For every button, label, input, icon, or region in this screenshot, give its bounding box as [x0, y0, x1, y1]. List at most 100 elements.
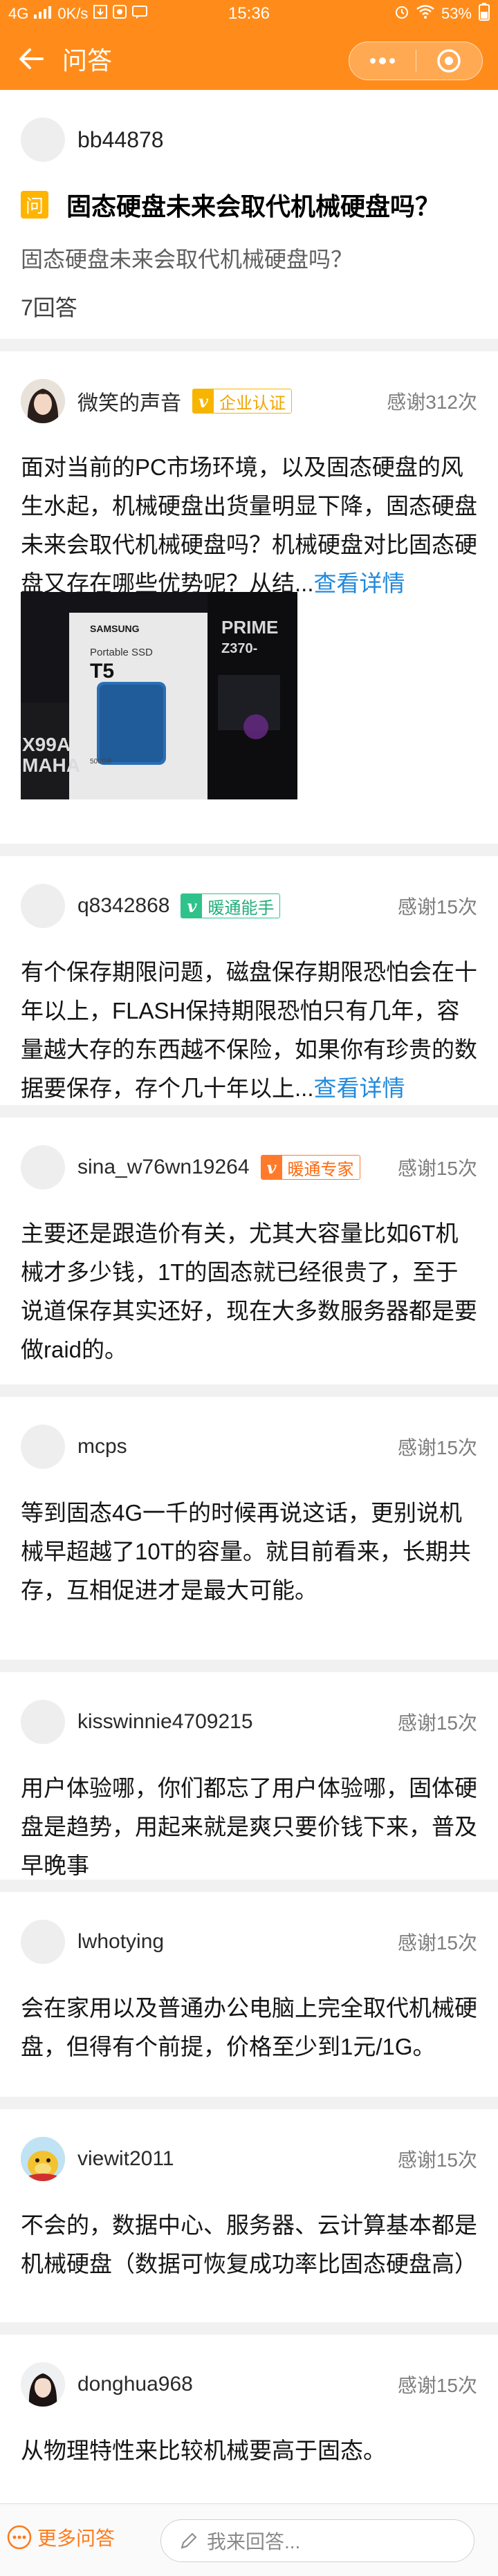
- question-title-row: 问 固态硬盘未来会取代机械硬盘吗？: [21, 187, 440, 223]
- answer-text: 会在家用以及普通办公电脑上完全取代机械硬盘，但得有个前提，价格至少到1元/1G。: [21, 1995, 477, 2059]
- avatar[interactable]: [21, 884, 65, 928]
- chat-bubble-icon: [7, 2525, 32, 2550]
- more-questions-label: 更多问答: [37, 2528, 116, 2549]
- view-details-link[interactable]: 查看详情: [314, 571, 405, 596]
- answer-header: sina_w76wn19264 v 暖通专家 感谢15次: [21, 1145, 477, 1189]
- answer-card[interactable]: lwhotying 感谢15次 会在家用以及普通办公电脑上完全取代机械硬盘，但得…: [0, 1892, 498, 2097]
- image-bg-text-1: PRIME: [221, 617, 278, 638]
- answer-card[interactable]: 微笑的声音 v 企业认证 感谢312次 面对当前的PC市场环境，以及固态硬盘的风…: [0, 351, 498, 844]
- avatar[interactable]: [21, 1145, 65, 1189]
- avatar[interactable]: [21, 2137, 65, 2181]
- section-divider: [0, 2097, 498, 2109]
- answer-text: 等到固态4G一千的时候再说这话，更别说机械早超越了10T的容量。就目前看来，长期…: [21, 1500, 471, 1603]
- more-menu-button[interactable]: [349, 41, 416, 80]
- more-dots-icon: [369, 57, 395, 64]
- avatar[interactable]: [21, 2362, 65, 2407]
- image-model-text: T5: [90, 660, 114, 683]
- section-divider: [0, 2322, 498, 2335]
- avatar[interactable]: [21, 1920, 65, 1964]
- answerer-name[interactable]: sina_w76wn19264: [77, 1156, 250, 1179]
- image-bg-text-3: X99A: [22, 734, 71, 755]
- answerer-name[interactable]: lwhotying: [77, 1930, 164, 1954]
- answer-card[interactable]: q8342868 v 暖通能手 感谢15次 有个保存期限问题，磁盘保存期限恐怕会…: [0, 856, 498, 1105]
- avatar[interactable]: [21, 1700, 65, 1744]
- avatar[interactable]: [21, 118, 65, 162]
- page-title: 问答: [62, 46, 113, 75]
- question-title: 固态硬盘未来会取代机械硬盘吗？: [66, 192, 441, 221]
- v-badge-icon: v: [193, 389, 214, 413]
- image-bg-text-4: MAHA: [22, 754, 80, 776]
- section-divider: [0, 844, 498, 856]
- answerer-name[interactable]: viewit2011: [77, 2147, 174, 2171]
- section-divider: [0, 1105, 498, 1118]
- close-mini-program-button[interactable]: [416, 41, 483, 80]
- answerer-name[interactable]: kisswinnie4709215: [77, 1710, 253, 1734]
- thanks-count: 感谢15次: [397, 896, 477, 918]
- status-time: 15:36: [228, 4, 270, 23]
- answer-count: 7回答: [21, 295, 77, 320]
- verification-badge: v 暖通能手: [181, 893, 281, 918]
- answer-text: 有个保存期限问题，磁盘保存期限恐怕会在十年以上，FLASH保持期限恐怕只有几年，…: [21, 959, 477, 1101]
- back-button[interactable]: [0, 28, 62, 90]
- image-bg-text-2: Z370-: [221, 641, 257, 656]
- asker-name[interactable]: bb44878: [77, 127, 164, 153]
- answer-body: 从物理特性来比较机械要高于固态。: [21, 2431, 477, 2470]
- answer-text: 用户体验哪，你们都忘了用户体验哪，固体硬盘是趋势，用起来就是爽只要价钱下来，普及…: [21, 1775, 477, 1878]
- view-details-link[interactable]: 查看详情: [314, 1075, 405, 1101]
- answer-header: viewit2011 感谢15次: [21, 2137, 477, 2181]
- answer-card[interactable]: kisswinnie4709215 感谢15次 用户体验哪，你们都忘了用户体验哪…: [0, 1672, 498, 1880]
- status-bar: 4G 0K/s 15:36 53%: [0, 0, 498, 28]
- answer-body: 用户体验哪，你们都忘了用户体验哪，固体硬盘是趋势，用起来就是爽只要价钱下来，普及…: [21, 1769, 477, 1885]
- v-badge-icon: v: [181, 894, 203, 918]
- answer-header: kisswinnie4709215 感谢15次: [21, 1700, 477, 1744]
- answer-body: 不会的，数据中心、服务器、云计算基本都是机械硬盘（数据可恢复成功率比固态硬盘高）: [21, 2206, 477, 2283]
- section-divider: [0, 1660, 498, 1672]
- answer-text: 不会的，数据中心、服务器、云计算基本都是机械硬盘（数据可恢复成功率比固态硬盘高）: [21, 2212, 477, 2277]
- thanks-count: 感谢15次: [397, 1712, 477, 1734]
- more-questions-button[interactable]: 更多问答: [7, 2523, 115, 2551]
- asker-row: bb44878: [21, 118, 164, 162]
- answer-body: 主要还是跟造价有关，尤其大容量比如6T机械才多少钱，1T的固态就已经很贵了，至于…: [21, 1214, 477, 1369]
- thanks-count: 感谢15次: [397, 2375, 477, 2396]
- mini-program-capsule: [349, 41, 483, 80]
- avatar[interactable]: [21, 379, 65, 423]
- answer-header: lwhotying 感谢15次: [21, 1920, 477, 1964]
- answer-text: 从物理特性来比较机械要高于固态。: [21, 2438, 386, 2463]
- answerer-name[interactable]: 微笑的声音: [77, 386, 181, 416]
- image-brand-text: SAMSUNG: [90, 623, 140, 634]
- answer-image[interactable]: PRIME Z370- X99A MAHA SAMSUNG Portable S…: [21, 592, 297, 799]
- question-header: bb44878 问 固态硬盘未来会取代机械硬盘吗？ 固态硬盘未来会取代机械硬盘吗…: [0, 90, 498, 339]
- section-divider: [0, 1880, 498, 1892]
- back-arrow-icon: [19, 48, 44, 69]
- answer-card[interactable]: viewit2011 感谢15次 不会的，数据中心、服务器、云计算基本都是机械硬…: [0, 2109, 498, 2322]
- v-badge-icon: v: [261, 1156, 282, 1179]
- answer-input[interactable]: 我来回答...: [160, 2519, 474, 2562]
- answer-card[interactable]: mcps 感谢15次 等到固态4G一千的时候再说这话，更别说机械早超越了10T的…: [0, 1397, 498, 1660]
- answerer-name[interactable]: donghua968: [77, 2373, 193, 2396]
- thanks-count: 感谢15次: [397, 2149, 477, 2171]
- bottom-bar: 更多问答 我来回答...: [0, 2503, 498, 2576]
- question-badge: 问: [21, 191, 48, 219]
- answerer-name[interactable]: q8342868: [77, 894, 169, 918]
- avatar[interactable]: [21, 1425, 65, 1469]
- answer-header: q8342868 v 暖通能手 感谢15次: [21, 884, 477, 928]
- badge-label: 暖通能手: [202, 894, 280, 918]
- answer-text: 面对当前的PC市场环境，以及固态硬盘的风生水起，机械硬盘出货量明显下降，固态硬盘…: [21, 454, 477, 596]
- section-divider: [0, 1384, 498, 1397]
- thanks-count: 感谢312次: [387, 391, 477, 413]
- answer-card[interactable]: donghua968 感谢15次 从物理特性来比较机械要高于固态。: [0, 2335, 498, 2503]
- answer-card[interactable]: sina_w76wn19264 v 暖通专家 感谢15次 主要还是跟造价有关，尤…: [0, 1118, 498, 1384]
- section-divider: [0, 339, 498, 351]
- badge-label: 企业认证: [214, 389, 291, 413]
- pencil-icon: [181, 2532, 197, 2549]
- target-circle-icon: [437, 49, 461, 73]
- answer-header: donghua968 感谢15次: [21, 2362, 477, 2407]
- nav-bar: 问答: [0, 28, 498, 90]
- verification-badge: v 暖通专家: [260, 1155, 360, 1180]
- answer-input-placeholder: 我来回答...: [207, 2531, 301, 2552]
- thanks-count: 感谢15次: [397, 1437, 477, 1458]
- answerer-name[interactable]: mcps: [77, 1435, 127, 1458]
- verification-badge: v 企业认证: [192, 389, 292, 414]
- thanks-count: 感谢15次: [397, 1932, 477, 1954]
- answer-header: mcps 感谢15次: [21, 1425, 477, 1469]
